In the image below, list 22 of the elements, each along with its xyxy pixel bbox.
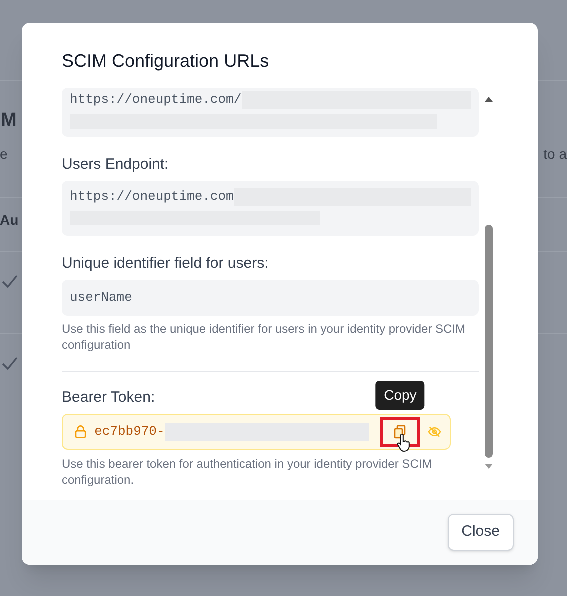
lock-icon xyxy=(75,425,87,439)
column-header: Au xyxy=(0,210,19,230)
url-text: https://oneuptime.com/ xyxy=(70,91,242,109)
hand-cursor-icon xyxy=(397,434,412,452)
text-field[interactable]: userName xyxy=(62,280,479,316)
help-text: Use this bearer token for authentication in your identity provider SCIM configuration. xyxy=(62,456,434,488)
page-description: e xyxy=(0,144,8,164)
help-text: Use this field as the unique identifier for users in your identity provider SCIM configuration xyxy=(62,321,467,353)
url-field[interactable]: https://oneuptime.com xyxy=(62,181,479,236)
url-text: https://oneuptime.com xyxy=(70,188,234,206)
field-label: Bearer Token: xyxy=(62,388,156,408)
scroll-down-icon xyxy=(484,462,494,470)
url-field[interactable]: https://oneuptime.com/ xyxy=(62,88,479,137)
close-button[interactable]: Close xyxy=(448,514,514,551)
field-label: Users Endpoint: xyxy=(62,155,169,175)
page-heading: M xyxy=(1,109,17,133)
tooltip: Copy xyxy=(376,381,425,410)
field-label: Unique identifier field for users: xyxy=(62,254,269,274)
token-text: ec7bb970- xyxy=(94,423,165,442)
scroll-up-icon xyxy=(484,96,494,104)
dialog-title: SCIM Configuration URLs xyxy=(61,50,270,73)
page-description: to a xyxy=(544,144,567,164)
